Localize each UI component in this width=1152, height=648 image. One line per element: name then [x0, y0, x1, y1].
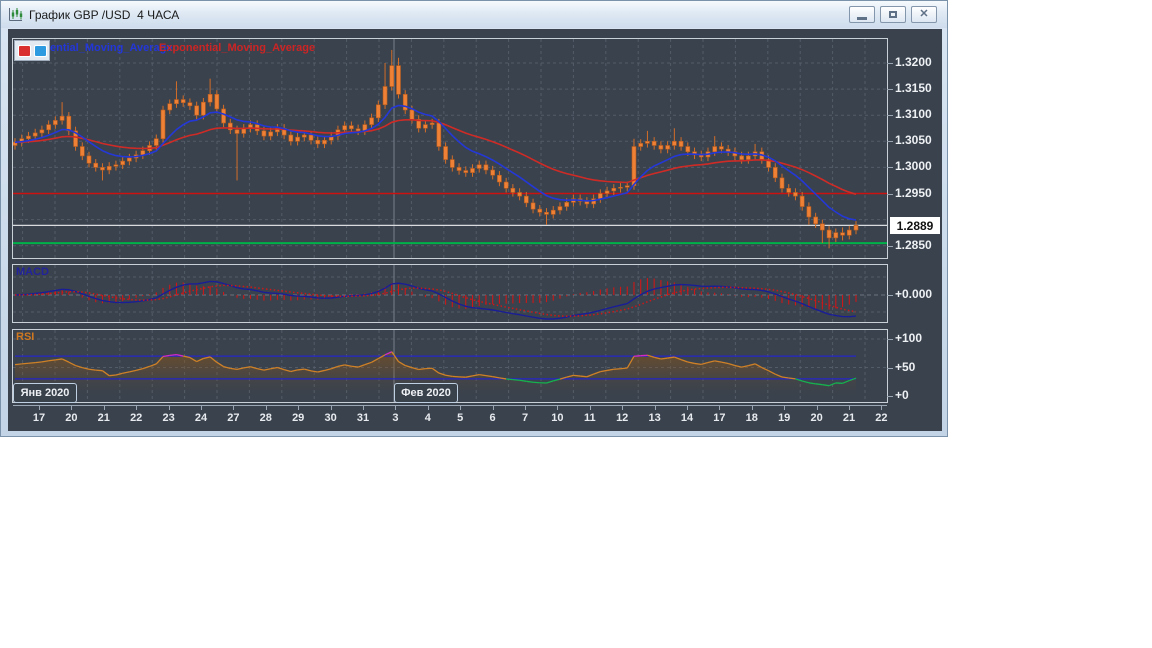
price-axis-label: 1.3000	[895, 159, 932, 173]
x-axis-tick	[752, 405, 753, 410]
rsi-axis-label: +0	[895, 388, 909, 402]
month-label-feb-text: Фев 2020	[401, 387, 451, 399]
month-label-jan-text: Янв 2020	[21, 387, 70, 399]
rsi-axis-label: +50	[895, 360, 915, 374]
chart-window: График GBP /USD 4 ЧАСА ✕ MACD RSI	[0, 0, 948, 437]
x-axis-tick	[298, 405, 299, 410]
x-axis-tick	[590, 405, 591, 410]
price-axis-label: 1.3150	[895, 81, 932, 95]
legend-ema-slow: Exponential_Moving_Average	[159, 42, 315, 54]
rsi-label: RSI	[16, 331, 34, 343]
x-axis-date-label: 18	[739, 412, 765, 424]
price-chart-panel[interactable]	[12, 38, 888, 259]
x-axis-tick	[136, 405, 137, 410]
x-axis-tick	[460, 405, 461, 410]
legend-toolbar	[14, 40, 50, 61]
x-axis-date-label: 6	[480, 412, 506, 424]
desktop: График GBP /USD 4 ЧАСА ✕ MACD RSI	[0, 0, 1152, 648]
x-axis-date-label: 11	[577, 412, 603, 424]
x-axis-tick	[817, 405, 818, 410]
rsi-axis-label: +100	[895, 331, 922, 345]
x-axis-date-label: 19	[771, 412, 797, 424]
rsi-axis-tick	[887, 368, 893, 369]
price-axis-tick	[887, 89, 893, 90]
x-axis-tick	[525, 405, 526, 410]
x-axis-tick	[784, 405, 785, 410]
sell-swatch-button[interactable]	[18, 45, 31, 57]
price-axis-tick	[887, 63, 893, 64]
x-axis-date-label: 24	[188, 412, 214, 424]
x-axis-date-label: 12	[609, 412, 635, 424]
x-axis-date-label: 14	[674, 412, 700, 424]
x-axis-tick	[493, 405, 494, 410]
price-axis-label: 1.3100	[895, 107, 932, 121]
x-axis-date-label: 5	[447, 412, 473, 424]
x-axis-tick	[655, 405, 656, 410]
chart-overlay: MACD RSI ential_Moving_Average Exponenti…	[1, 1, 949, 438]
rsi-axis-tick	[887, 339, 893, 340]
x-axis-date-label: 22	[868, 412, 894, 424]
x-axis-tick	[687, 405, 688, 410]
x-axis-date-label: 31	[350, 412, 376, 424]
x-axis-tick	[201, 405, 202, 410]
x-axis-date-label: 4	[415, 412, 441, 424]
x-axis-date-label: 20	[58, 412, 84, 424]
month-label-jan[interactable]: Янв 2020	[13, 383, 77, 403]
x-axis-date-label: 20	[804, 412, 830, 424]
x-axis-date-label: 17	[26, 412, 52, 424]
x-axis-tick	[169, 405, 170, 410]
price-axis-tick	[887, 115, 893, 116]
price-axis-label: 1.3200	[895, 55, 932, 69]
x-axis-tick	[557, 405, 558, 410]
price-axis-tick	[887, 246, 893, 247]
current-price-box: 1.2889	[890, 217, 940, 234]
price-axis-label: 1.2850	[895, 238, 932, 252]
legend-ema-fast: ential_Moving_Average	[50, 42, 172, 54]
x-axis-tick	[233, 405, 234, 410]
price-axis-label: 1.2950	[895, 186, 932, 200]
price-chart[interactable]	[13, 39, 887, 258]
x-axis-tick	[266, 405, 267, 410]
x-axis-date-label: 21	[836, 412, 862, 424]
x-axis-date-label: 29	[285, 412, 311, 424]
rsi-axis-tick	[887, 396, 893, 397]
x-axis-tick	[363, 405, 364, 410]
x-axis-date-label: 3	[382, 412, 408, 424]
macd-axis-label: +0.000	[895, 287, 932, 301]
x-axis-date-label: 13	[642, 412, 668, 424]
macd-label: MACD	[16, 266, 49, 278]
x-axis-date-label: 21	[91, 412, 117, 424]
x-axis-date-label: 27	[220, 412, 246, 424]
x-axis-tick	[849, 405, 850, 410]
x-axis-date-label: 7	[512, 412, 538, 424]
x-axis-date-label: 28	[253, 412, 279, 424]
macd-chart[interactable]	[13, 265, 887, 322]
x-axis-tick	[104, 405, 105, 410]
x-axis-tick	[331, 405, 332, 410]
x-axis-tick	[39, 405, 40, 410]
month-label-feb[interactable]: Фев 2020	[394, 383, 458, 403]
price-axis-tick	[887, 194, 893, 195]
macd-axis-tick	[887, 295, 893, 296]
x-axis-tick	[395, 405, 396, 410]
x-axis-tick	[428, 405, 429, 410]
x-axis-tick	[71, 405, 72, 410]
x-axis-date-label: 30	[318, 412, 344, 424]
x-axis-date-label: 10	[544, 412, 570, 424]
x-axis-tick	[881, 405, 882, 410]
x-axis-date-label: 22	[123, 412, 149, 424]
x-axis-tick	[719, 405, 720, 410]
x-axis-tick	[622, 405, 623, 410]
price-axis-label: 1.3050	[895, 133, 932, 147]
x-axis-line	[13, 405, 887, 406]
x-axis-date-label: 23	[156, 412, 182, 424]
macd-panel[interactable]	[12, 264, 888, 323]
price-axis-tick	[887, 167, 893, 168]
buy-swatch-button[interactable]	[34, 45, 47, 57]
x-axis-date-label: 17	[706, 412, 732, 424]
price-axis-tick	[887, 141, 893, 142]
